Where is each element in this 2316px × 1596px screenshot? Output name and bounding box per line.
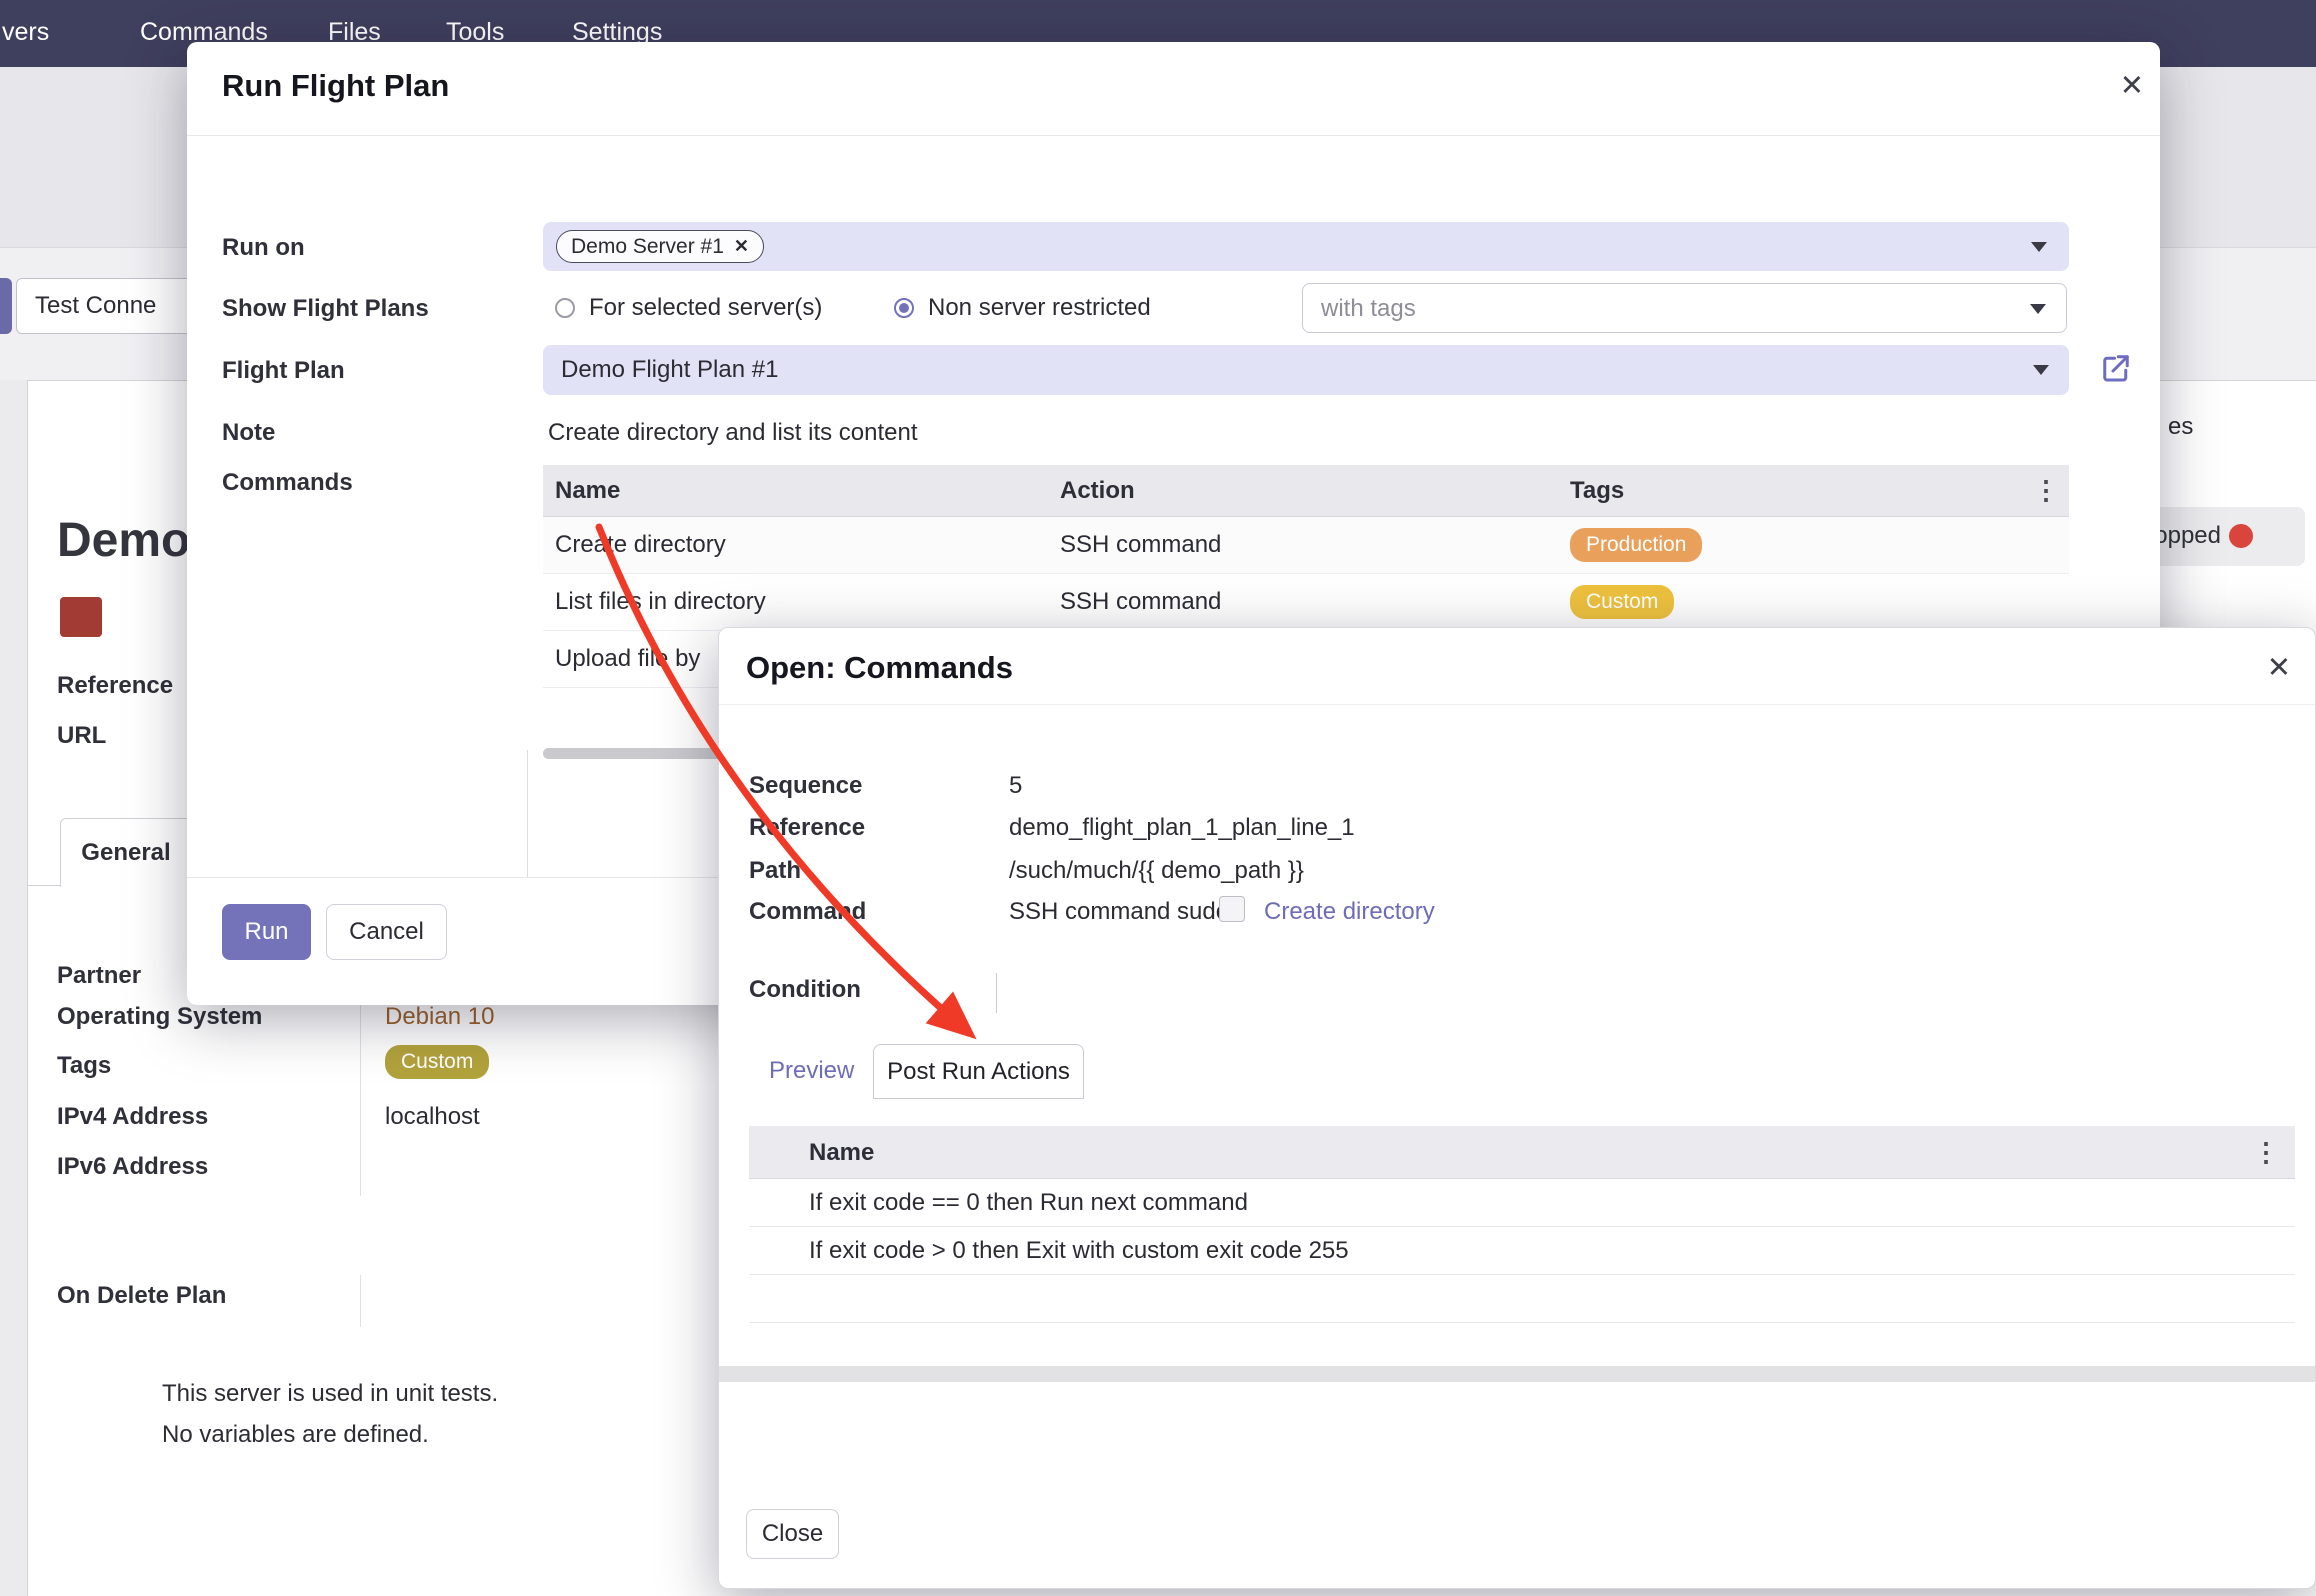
path-value: /such/much/{{ demo_path }} — [1009, 857, 1304, 885]
row-action: SSH command — [1060, 531, 1221, 559]
field-divider — [360, 1275, 361, 1327]
condition-label: Condition — [749, 976, 861, 1004]
show-flight-plans-label: Show Flight Plans — [222, 295, 429, 323]
column-tags[interactable]: Tags — [1570, 477, 1624, 505]
row-name: Create directory — [555, 531, 726, 559]
condition-field-edge — [996, 973, 997, 1013]
table-row[interactable]: If exit code == 0 then Run next command — [749, 1179, 2295, 1227]
operating-system-label: Operating System — [57, 1003, 262, 1031]
table-row[interactable]: Create directory SSH command Production — [543, 517, 2069, 574]
operating-system-value[interactable]: Debian 10 — [385, 1003, 494, 1031]
close-icon[interactable]: ✕ — [2120, 68, 2144, 103]
sudo-checkbox[interactable] — [1219, 896, 1245, 922]
note-value: Create directory and list its content — [548, 419, 918, 447]
with-tags-select[interactable]: with tags — [1302, 283, 2067, 333]
color-swatch[interactable] — [60, 597, 102, 637]
flight-plan-label: Flight Plan — [222, 357, 345, 385]
header-divider — [719, 704, 2315, 705]
reference-label: Reference — [749, 814, 865, 842]
radio-non-server-restricted[interactable] — [894, 298, 914, 318]
tags-label: Tags — [57, 1052, 111, 1080]
close-button[interactable]: Close — [746, 1509, 839, 1559]
command-value: SSH command sudo — [1009, 898, 1229, 926]
chip-remove-icon[interactable]: ✕ — [734, 236, 749, 257]
chevron-down-icon — [2033, 365, 2049, 375]
run-button[interactable]: Run — [222, 904, 311, 960]
column-name[interactable]: Name — [809, 1139, 874, 1167]
run-on-server-select[interactable]: Demo Server #1 ✕ — [543, 222, 2069, 271]
radio-for-selected-servers[interactable] — [555, 298, 575, 318]
no-variables-note: No variables are defined. — [162, 1421, 429, 1449]
server-chip-label: Demo Server #1 — [571, 235, 724, 259]
record-title: Demo — [57, 513, 190, 568]
reference-label: Reference — [57, 672, 173, 700]
reference-value: demo_flight_plan_1_plan_line_1 — [1009, 814, 1355, 842]
row-name: Upload file by — [555, 645, 700, 673]
ipv4-label: IPv4 Address — [57, 1103, 208, 1131]
server-chip[interactable]: Demo Server #1 ✕ — [556, 230, 764, 263]
path-label: Path — [749, 857, 801, 885]
ipv4-value: localhost — [385, 1103, 480, 1131]
command-label: Command — [749, 898, 866, 926]
tag-custom-muted: Custom — [385, 1045, 489, 1079]
partner-label: Partner — [57, 962, 141, 990]
ipv6-label: IPv6 Address — [57, 1153, 208, 1181]
sequence-value: 5 — [1009, 772, 1022, 800]
note-label: Note — [222, 419, 275, 447]
create-directory-link[interactable]: Create directory — [1264, 898, 1435, 926]
with-tags-placeholder: with tags — [1321, 295, 1416, 323]
run-modal-title: Run Flight Plan — [222, 68, 449, 104]
horizontal-scrollbar-track[interactable] — [719, 1366, 2315, 1382]
tab-post-run-actions[interactable]: Post Run Actions — [873, 1044, 1084, 1099]
row-action: SSH command — [1060, 588, 1221, 616]
column-action[interactable]: Action — [1060, 477, 1135, 505]
open-commands-modal: Open: Commands ✕ Sequence 5 Reference de… — [718, 627, 2316, 1589]
tab-general[interactable]: General — [60, 818, 192, 887]
external-link-icon[interactable] — [2098, 350, 2134, 386]
table-row[interactable]: List files in directory SSH command Cust… — [543, 574, 2069, 631]
sequence-label: Sequence — [749, 772, 862, 800]
unit-test-note: This server is used in unit tests. — [162, 1380, 498, 1408]
partial-button-edge[interactable] — [0, 278, 12, 334]
close-icon[interactable]: ✕ — [2267, 650, 2291, 685]
column-name[interactable]: Name — [555, 477, 620, 505]
tab-preview[interactable]: Preview — [769, 1057, 854, 1085]
empty-table-row — [749, 1275, 2295, 1323]
flight-plan-value: Demo Flight Plan #1 — [561, 356, 778, 384]
cancel-button[interactable]: Cancel — [326, 904, 447, 960]
tag-custom: Custom — [1570, 585, 1674, 619]
status-dot-icon — [2229, 524, 2253, 548]
flight-plan-select[interactable]: Demo Flight Plan #1 — [543, 345, 2069, 395]
run-on-label: Run on — [222, 234, 305, 262]
on-delete-plan-label: On Delete Plan — [57, 1282, 226, 1310]
table-options-icon[interactable]: ⋮ — [2033, 475, 2059, 506]
table-row[interactable]: If exit code > 0 then Exit with custom e… — [749, 1227, 2295, 1275]
header-divider — [187, 135, 2160, 136]
url-label: URL — [57, 722, 106, 750]
actions-table-header: Name ⋮ — [749, 1126, 2295, 1179]
radio-for-selected-servers-label: For selected server(s) — [589, 294, 822, 322]
nav-item-servers[interactable]: vers — [2, 18, 49, 47]
screen: vers Commands Files Tools Settings Test … — [0, 0, 2316, 1596]
row-name: List files in directory — [555, 588, 766, 616]
action-row-text: If exit code > 0 then Exit with custom e… — [809, 1237, 1349, 1265]
layout-divider — [527, 750, 528, 877]
panel-corner-text: es — [2168, 413, 2193, 441]
commands-label: Commands — [222, 469, 353, 497]
table-options-icon[interactable]: ⋮ — [2253, 1137, 2279, 1168]
radio-non-server-restricted-label: Non server restricted — [928, 294, 1151, 322]
open-modal-title: Open: Commands — [746, 650, 1013, 686]
action-row-text: If exit code == 0 then Run next command — [809, 1189, 1248, 1217]
chevron-down-icon — [2030, 304, 2046, 314]
tag-production: Production — [1570, 528, 1702, 562]
chevron-down-icon — [2031, 242, 2047, 252]
commands-table-header: Name Action Tags ⋮ — [543, 465, 2069, 517]
